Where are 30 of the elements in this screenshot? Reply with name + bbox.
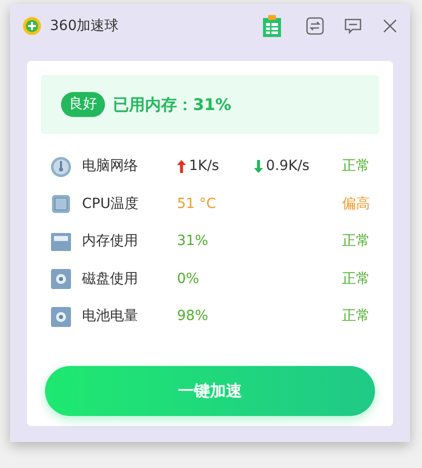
metric-value: 31% xyxy=(177,232,210,252)
chip-icon xyxy=(50,193,72,216)
status-badge: 良好 xyxy=(61,92,105,117)
upload-arrow-icon xyxy=(177,160,186,174)
metric-value: 51 °C xyxy=(177,194,218,214)
upload-speed: 1K/s xyxy=(189,157,220,176)
metric-status: 正常 xyxy=(342,270,370,289)
metric-label: 电池电量 xyxy=(82,307,139,326)
clipboard-icon[interactable] xyxy=(262,14,282,38)
metric-status: 正常 xyxy=(342,232,370,252)
speed-up-button[interactable]: 一键加速 xyxy=(45,366,375,416)
memory-usage: 已用内存：31% xyxy=(113,94,232,116)
metric-label: 磁盘使用 xyxy=(82,270,139,289)
metric-status: 偏高 xyxy=(342,194,370,214)
download-arrow-icon xyxy=(254,160,263,174)
logo-icon xyxy=(22,16,42,36)
metric-value: 0% xyxy=(177,270,200,289)
metric-value: 98% xyxy=(177,307,210,326)
window-title: 360加速球 xyxy=(50,16,119,36)
metric-label: 内存使用 xyxy=(82,232,139,252)
metric-status: 正常 xyxy=(342,157,370,176)
memory-icon xyxy=(50,230,72,253)
gauge-icon xyxy=(50,156,72,178)
feedback-icon[interactable] xyxy=(344,17,362,35)
metric-status: 正常 xyxy=(342,307,370,326)
close-icon[interactable] xyxy=(382,18,398,34)
download-speed: 0.9K/s xyxy=(266,157,310,176)
metric-label: CPU温度 xyxy=(82,194,140,214)
metric-label: 电脑网络 xyxy=(82,157,139,176)
switch-icon[interactable] xyxy=(306,17,324,35)
